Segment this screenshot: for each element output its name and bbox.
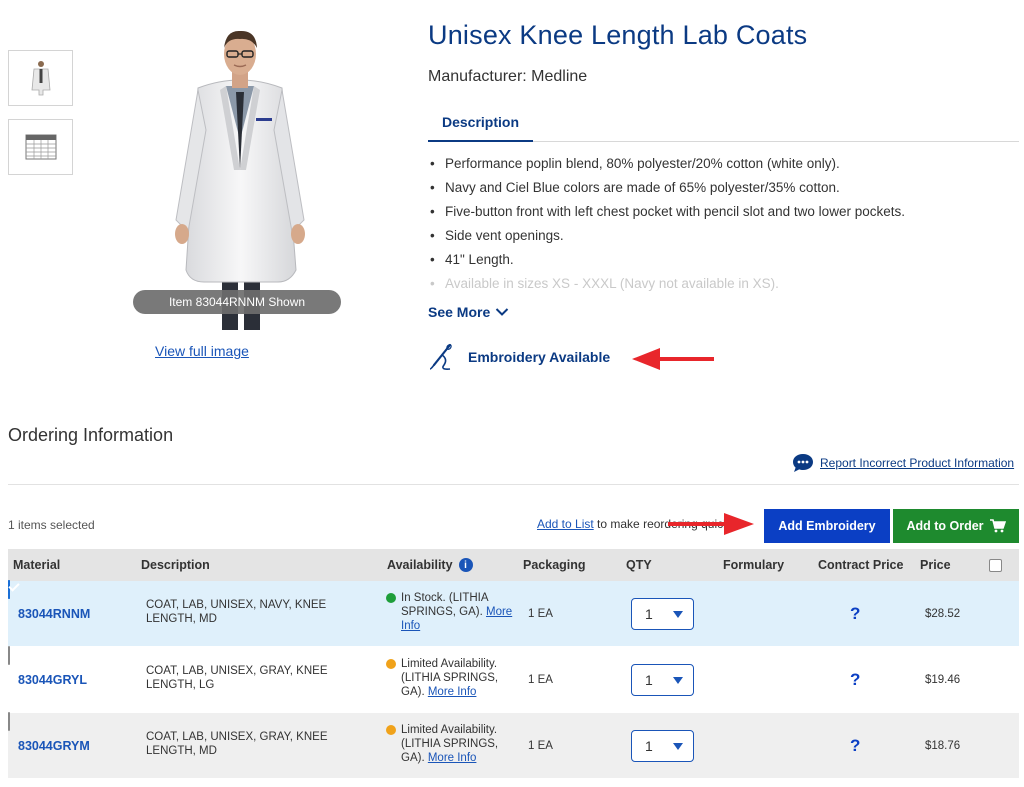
embroidery-available-label: Embroidery Available [468, 349, 611, 365]
qty-value: 1 [645, 672, 653, 688]
embroidery-available[interactable]: Embroidery Available [428, 343, 610, 371]
description-bullet: Side vent openings. [428, 227, 1018, 251]
item-description: COAT, LAB, UNISEX, GRAY, KNEE LENGTH, LG [146, 665, 328, 691]
section-divider [8, 484, 1019, 485]
report-incorrect-link[interactable]: Report Incorrect Product Information [820, 456, 1014, 470]
table-row: 83044RNNM COAT, LAB, UNISEX, NAVY, KNEE … [8, 580, 1019, 647]
status-dot-icon [386, 593, 396, 603]
col-availability-label: Availability [387, 558, 453, 572]
lab-coat-thumbnail-icon [31, 61, 50, 96]
item-description: COAT, LAB, UNISEX, GRAY, KNEE LENGTH, MD [146, 731, 328, 757]
ordering-table: Material Description Availability i Pack… [8, 549, 1019, 779]
product-tabs: Description [428, 104, 1019, 142]
add-to-order-button[interactable]: Add to Order [893, 509, 1019, 543]
description-bullet: 41" Length. [428, 251, 1018, 275]
more-info-link[interactable]: More Info [428, 752, 477, 764]
col-availability[interactable]: Availability i [387, 549, 473, 581]
add-to-list-link[interactable]: Add to List [537, 517, 594, 531]
qty-value: 1 [645, 606, 653, 622]
col-qty[interactable]: QTY [626, 549, 652, 581]
product-main-image[interactable] [140, 20, 340, 332]
description-bullet: Five-button front with left chest pocket… [428, 203, 1018, 227]
product-title: Unisex Knee Length Lab Coats [428, 20, 808, 50]
manufacturer-label: Manufacturer: Medline [428, 68, 588, 85]
row-checkbox[interactable] [8, 580, 10, 599]
caret-down-icon [673, 610, 683, 618]
description-bullet: Navy and Ciel Blue colors are made of 65… [428, 179, 1018, 203]
status-dot-icon [386, 659, 396, 669]
packaging-value: 1 EA [528, 740, 553, 752]
material-link[interactable]: 83044GRYM [18, 713, 90, 779]
table-header: Material Description Availability i Pack… [8, 549, 1019, 581]
price-value: $28.52 [925, 608, 961, 620]
lab-coat-model-image [175, 30, 305, 330]
caret-down-icon [673, 742, 683, 750]
availability-cell: Limited Availability. (LITHIA SPRINGS, G… [384, 657, 514, 699]
col-packaging[interactable]: Packaging [523, 549, 586, 581]
info-icon[interactable]: i [458, 558, 473, 572]
table-row: 83044GRYM COAT, LAB, UNISEX, GRAY, KNEE … [8, 712, 1019, 779]
table-row: 83044GRYL COAT, LAB, UNISEX, GRAY, KNEE … [8, 646, 1019, 713]
see-more-toggle[interactable]: See More [428, 304, 509, 320]
packaging-value: 1 EA [528, 608, 553, 620]
annotation-arrow-right-icon [668, 513, 754, 535]
report-incorrect-info[interactable]: Report Incorrect Product Information [792, 453, 1014, 473]
col-price[interactable]: Price [920, 549, 951, 581]
col-formulary[interactable]: Formulary [723, 549, 784, 581]
see-more-label: See More [428, 304, 491, 320]
caret-down-icon [673, 676, 683, 684]
price-value: $18.76 [925, 740, 961, 752]
contract-price-help[interactable]: ? [850, 713, 860, 779]
add-embroidery-label: Add Embroidery [778, 519, 876, 533]
size-chart-icon [25, 134, 56, 160]
select-all-checkbox[interactable] [989, 559, 1002, 572]
qty-select[interactable]: 1 [631, 730, 694, 762]
ordering-info-heading: Ordering Information [8, 425, 174, 445]
tab-description[interactable]: Description [428, 104, 533, 142]
availability-text: In Stock. (LITHIA SPRINGS, GA). [401, 592, 488, 618]
availability-cell: In Stock. (LITHIA SPRINGS, GA). More Inf… [384, 591, 514, 633]
availability-cell: Limited Availability. (LITHIA SPRINGS, G… [384, 723, 514, 765]
row-checkbox[interactable] [8, 646, 10, 665]
tab-description-label: Description [441, 114, 519, 130]
packaging-value: 1 EA [528, 674, 553, 686]
annotation-arrow-left-icon [632, 348, 714, 370]
material-link[interactable]: 83044GRYL [18, 647, 87, 713]
col-contract-price[interactable]: Contract Price [818, 549, 903, 581]
qty-select[interactable]: 1 [631, 664, 694, 696]
material-link[interactable]: 83044RNNM [18, 581, 90, 647]
qty-value: 1 [645, 738, 653, 754]
description-bullet-faded: Available in sizes XS - XXXL (Navy not a… [428, 275, 1018, 299]
add-embroidery-button[interactable]: Add Embroidery [764, 509, 890, 543]
thumbnail-size-chart[interactable] [8, 119, 73, 175]
items-selected-count: 1 items selected [8, 518, 95, 532]
thumbnail-coat[interactable] [8, 50, 73, 106]
contract-price-help[interactable]: ? [850, 581, 860, 647]
item-description: COAT, LAB, UNISEX, NAVY, KNEE LENGTH, MD [146, 599, 327, 625]
status-dot-icon [386, 725, 396, 735]
row-checkbox[interactable] [8, 712, 10, 731]
item-shown-label: Item 83044RNNM Shown [168, 295, 306, 309]
col-description[interactable]: Description [141, 549, 210, 581]
col-material[interactable]: Material [13, 549, 60, 581]
contract-price-help[interactable]: ? [850, 647, 860, 713]
price-value: $19.46 [925, 674, 961, 686]
more-info-link[interactable]: More Info [428, 686, 477, 698]
item-shown-badge: Item 83044RNNM Shown [133, 290, 341, 314]
description-bullet: Performance poplin blend, 80% polyester/… [428, 155, 1018, 179]
needle-thread-icon [429, 343, 452, 370]
view-full-image-link[interactable]: View full image [155, 343, 249, 359]
description-bullets: Performance poplin blend, 80% polyester/… [428, 155, 1018, 299]
chat-bubble-icon [793, 454, 813, 472]
chevron-down-icon [496, 308, 509, 316]
cart-icon [989, 519, 1006, 533]
add-to-order-label: Add to Order [906, 519, 984, 533]
qty-select[interactable]: 1 [631, 598, 694, 630]
